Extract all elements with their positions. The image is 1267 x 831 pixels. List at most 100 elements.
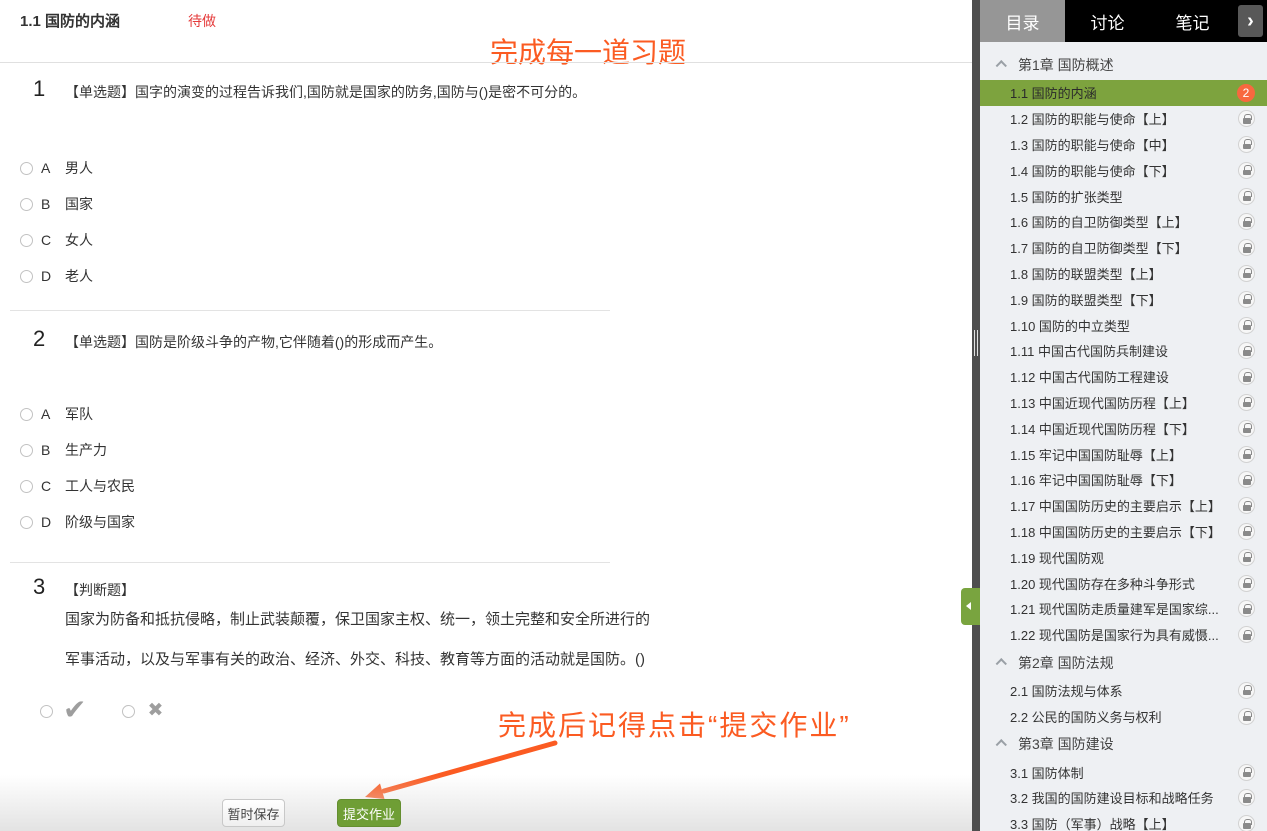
toc-item-label: 1.20 现代国防存在多种斗争形式 bbox=[1010, 574, 1238, 593]
lock-icon bbox=[1238, 420, 1255, 437]
toc-item[interactable]: 1.4 国防的职能与使命【下】 bbox=[980, 157, 1267, 183]
toc-item-label: 1.17 中国国防历史的主要启示【上】 bbox=[1010, 496, 1238, 515]
toc-item-label: 1.10 国防的中立类型 bbox=[1010, 316, 1238, 335]
toc-item-label: 1.4 国防的职能与使命【下】 bbox=[1010, 161, 1238, 180]
lock-icon bbox=[1238, 291, 1255, 308]
question-stem: 国家为防备和抵抗侵略，制止武装颠覆，保卫国家主权、统一，领土完整和安全所进行的军… bbox=[0, 600, 650, 680]
lock-icon bbox=[1238, 497, 1255, 514]
lock-icon bbox=[1238, 368, 1255, 385]
toc-item[interactable]: 1.12 中国古代国防工程建设 bbox=[980, 364, 1267, 390]
option-row-c[interactable]: C女人 bbox=[20, 222, 900, 258]
toc-item-label: 1.3 国防的职能与使命【中】 bbox=[1010, 135, 1238, 154]
toc-item[interactable]: 1.9 国防的联盟类型【下】 bbox=[980, 286, 1267, 312]
judge-false-radio[interactable] bbox=[122, 705, 135, 718]
option-row-d[interactable]: D阶级与国家 bbox=[20, 504, 900, 540]
toc-item[interactable]: 1.14 中国近现代国防历程【下】 bbox=[980, 415, 1267, 441]
submit-assignment-button[interactable]: 提交作业 bbox=[337, 799, 401, 827]
options-list: A男人 B国家 C女人 D老人 bbox=[0, 150, 900, 294]
toc-item[interactable]: 1.5 国防的扩张类型 bbox=[980, 183, 1267, 209]
status-badge: 待做 bbox=[188, 11, 216, 31]
radio-icon[interactable] bbox=[20, 198, 33, 211]
radio-icon[interactable] bbox=[20, 516, 33, 529]
toc-item-label: 1.13 中国近现代国防历程【上】 bbox=[1010, 393, 1238, 412]
radio-icon[interactable] bbox=[20, 270, 33, 283]
toc-item[interactable]: 2.1 国防法规与体系 bbox=[980, 678, 1267, 704]
chapter-header-1[interactable]: 第1章 国防概述 bbox=[980, 50, 1267, 80]
header-divider bbox=[0, 62, 972, 63]
toc-item[interactable]: 1.16 牢记中国国防耻辱【下】 bbox=[980, 467, 1267, 493]
toc-item-label: 1.12 中国古代国防工程建设 bbox=[1010, 367, 1238, 386]
option-row-c[interactable]: C工人与农民 bbox=[20, 468, 900, 504]
annotation-complete-questions: 完成每一道习题 bbox=[490, 31, 686, 71]
cross-icon[interactable]: ✖ bbox=[147, 699, 163, 722]
toc-item[interactable]: 1.20 现代国防存在多种斗争形式 bbox=[980, 570, 1267, 596]
lock-icon bbox=[1238, 682, 1255, 699]
app-window: 1.1 国防的内涵 待做 完成每一道习题 1 【单选题】国字的演变的过程告诉我们… bbox=[0, 0, 1267, 831]
toc-item-label: 1.1 国防的内涵 bbox=[1010, 83, 1237, 102]
toc-item-label: 3.2 我国的国防建设目标和战略任务 bbox=[1010, 788, 1238, 807]
toc-item[interactable]: 1.13 中国近现代国防历程【上】 bbox=[980, 390, 1267, 416]
toc-item-current[interactable]: 1.1 国防的内涵2 bbox=[980, 80, 1267, 106]
save-draft-button[interactable]: 暂时保存 bbox=[222, 799, 285, 827]
toc-item-label: 2.1 国防法规与体系 bbox=[1010, 681, 1238, 700]
option-row-b[interactable]: B生产力 bbox=[20, 432, 900, 468]
toc-item[interactable]: 1.3 国防的职能与使命【中】 bbox=[980, 132, 1267, 158]
option-row-a[interactable]: A男人 bbox=[20, 150, 900, 186]
radio-icon[interactable] bbox=[20, 234, 33, 247]
radio-icon[interactable] bbox=[20, 444, 33, 457]
chapter-header-2[interactable]: 第2章 国防法规 bbox=[980, 648, 1267, 678]
question-stem: 国字的演变的过程告诉我们,国防就是国家的防务,国防与()是密不可分的。 bbox=[135, 84, 586, 100]
toc-item[interactable]: 3.1 国防体制 bbox=[980, 759, 1267, 785]
toc-item[interactable]: 1.11 中国古代国防兵制建设 bbox=[980, 338, 1267, 364]
chevron-up-icon bbox=[996, 739, 1007, 750]
lock-icon bbox=[1238, 213, 1255, 230]
question-text: 【单选题】国字的演变的过程告诉我们,国防就是国家的防务,国防与()是密不可分的。 bbox=[65, 76, 586, 102]
toc-item-label: 2.2 公民的国防义务与权利 bbox=[1010, 707, 1238, 726]
tab-discussion[interactable]: 讨论 bbox=[1065, 0, 1150, 42]
toc-item-label: 1.14 中国近现代国防历程【下】 bbox=[1010, 419, 1238, 438]
check-icon[interactable]: ✔ bbox=[63, 696, 86, 724]
toc-item[interactable]: 1.8 国防的联盟类型【上】 bbox=[980, 261, 1267, 287]
toc-item[interactable]: 1.21 现代国防走质量建军是国家综... bbox=[980, 596, 1267, 622]
tab-catalog[interactable]: 目录 bbox=[980, 0, 1065, 42]
radio-icon[interactable] bbox=[20, 162, 33, 175]
toc-item-label: 3.1 国防体制 bbox=[1010, 763, 1238, 782]
toc-item-label: 3.3 国防（军事）战略【上】 bbox=[1010, 814, 1238, 831]
toc-item[interactable]: 1.19 现代国防观 bbox=[980, 544, 1267, 570]
lock-icon bbox=[1238, 523, 1255, 540]
chapter-header-3[interactable]: 第3章 国防建设 bbox=[980, 729, 1267, 759]
toc-item[interactable]: 1.10 国防的中立类型 bbox=[980, 312, 1267, 338]
sidebar-collapse-handle[interactable] bbox=[961, 588, 980, 625]
toc-item[interactable]: 1.7 国防的自卫防御类型【下】 bbox=[980, 235, 1267, 261]
toc-item[interactable]: 1.18 中国国防历史的主要启示【下】 bbox=[980, 519, 1267, 545]
divider-grip-icon[interactable] bbox=[974, 330, 975, 356]
radio-icon[interactable] bbox=[20, 480, 33, 493]
toc-item[interactable]: 1.15 牢记中国国防耻辱【上】 bbox=[980, 441, 1267, 467]
toc-item[interactable]: 2.2 公民的国防义务与权利 bbox=[980, 703, 1267, 729]
lock-icon bbox=[1238, 789, 1255, 806]
chapter-title: 第3章 国防建设 bbox=[1018, 734, 1114, 754]
option-row-a[interactable]: A军队 bbox=[20, 396, 900, 432]
question-type-label: 【判断题】 bbox=[65, 574, 135, 600]
tab-notes[interactable]: 笔记 bbox=[1150, 0, 1235, 42]
toc-item[interactable]: 1.17 中国国防历史的主要启示【上】 bbox=[980, 493, 1267, 519]
toc-item[interactable]: 3.3 国防（军事）战略【上】 bbox=[980, 811, 1267, 831]
toc-item[interactable]: 3.2 我国的国防建设目标和战略任务 bbox=[980, 785, 1267, 811]
lock-icon bbox=[1238, 239, 1255, 256]
option-row-b[interactable]: B国家 bbox=[20, 186, 900, 222]
lock-icon bbox=[1238, 575, 1255, 592]
question-text: 【单选题】国防是阶级斗争的产物,它伴随着()的形成而产生。 bbox=[65, 326, 442, 352]
radio-icon[interactable] bbox=[20, 408, 33, 421]
question-number: 2 bbox=[33, 326, 65, 352]
lock-icon bbox=[1238, 764, 1255, 781]
option-row-d[interactable]: D老人 bbox=[20, 258, 900, 294]
lock-icon bbox=[1238, 815, 1255, 831]
option-letter: B bbox=[41, 196, 55, 212]
judge-true-radio[interactable] bbox=[40, 705, 53, 718]
option-letter: D bbox=[41, 514, 55, 530]
toc-item[interactable]: 1.22 现代国防是国家行为具有威慑... bbox=[980, 622, 1267, 648]
toc-item[interactable]: 1.6 国防的自卫防御类型【上】 bbox=[980, 209, 1267, 235]
panel-resize-divider[interactable] bbox=[972, 0, 980, 831]
sidebar-expand-button[interactable]: › bbox=[1238, 5, 1263, 37]
toc-item[interactable]: 1.2 国防的职能与使命【上】 bbox=[980, 106, 1267, 132]
